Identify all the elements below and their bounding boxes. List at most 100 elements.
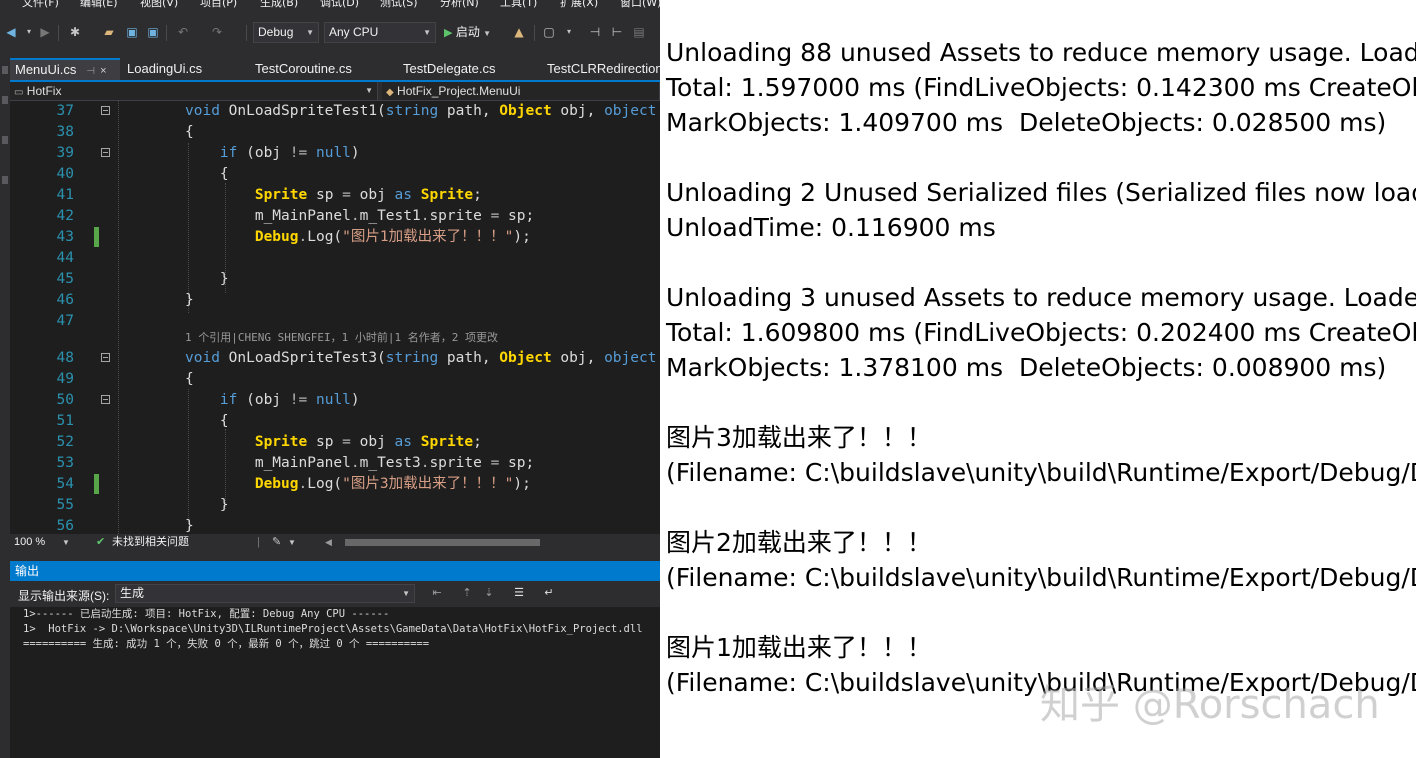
side-tab[interactable] (2, 136, 8, 144)
tab-testdelegate[interactable]: TestDelegate.cs (398, 58, 538, 80)
side-tab[interactable] (2, 96, 8, 104)
code-line[interactable]: 45 } (10, 269, 660, 289)
code-token: Sprite (254, 434, 308, 450)
code-line[interactable]: 48 void OnLoadSpriteTest3(string path, Ob… (10, 348, 660, 368)
next-message-icon[interactable]: ⇣ (482, 586, 496, 600)
zoom-level[interactable]: 100 % (14, 534, 45, 551)
code-token: (obj (237, 145, 290, 161)
class-select[interactable]: ◆ HotFix_Project.MenuUi (382, 82, 660, 100)
brush-icon[interactable]: ✎ (272, 534, 281, 551)
code-text: if (obj != null) (185, 390, 360, 410)
step-into-icon[interactable]: ⊣ (588, 25, 602, 39)
code-line[interactable]: 41 Sprite sp = obj as Sprite; (10, 185, 660, 205)
menu-project[interactable]: 项目(P) (200, 0, 237, 10)
code-line[interactable]: 42 m_MainPanel.m_Test1.sprite = sp; (10, 206, 660, 226)
code-line[interactable]: 49 { (10, 369, 660, 389)
divider: | (257, 536, 260, 548)
menu-file[interactable]: 文件(F) (22, 0, 59, 10)
tab-testcoroutine[interactable]: TestCoroutine.cs (250, 58, 390, 80)
code-line[interactable]: 44 (10, 248, 660, 268)
horizontal-scrollbar-thumb[interactable] (345, 539, 540, 546)
chevron-down-icon[interactable]: ▼ (288, 534, 296, 551)
code-line[interactable]: 38 { (10, 122, 660, 142)
issues-status[interactable]: 未找到相关问题 (112, 534, 189, 551)
forward-icon[interactable]: ▶ (38, 25, 52, 39)
console-line: (Filename: C:\buildslave\unity\build\Run… (666, 458, 1416, 487)
collapse-icon[interactable] (101, 395, 110, 404)
code-line[interactable]: 43 Debug.Log("图片1加载出来了！！！"); (10, 227, 660, 247)
open-file-icon[interactable]: ▰ (102, 25, 116, 39)
side-tab[interactable] (2, 176, 8, 184)
code-line[interactable]: 53 m_MainPanel.m_Test3.sprite = sp; (10, 453, 660, 473)
code-line[interactable]: 54 Debug.Log("图片3加载出来了！！！"); (10, 474, 660, 494)
menu-view[interactable]: 视图(V) (140, 0, 178, 10)
menu-debug[interactable]: 调试(D) (320, 0, 359, 10)
scroll-left-icon[interactable]: ◀ (325, 534, 332, 551)
collapse-icon[interactable] (101, 148, 110, 157)
code-line[interactable]: 46} (10, 290, 660, 310)
project-select[interactable]: ▭ HotFix ▼ (10, 82, 378, 100)
menu-edit[interactable]: 编辑(E) (80, 0, 118, 10)
code-token: path, (438, 350, 500, 366)
code-line[interactable]: 51 { (10, 411, 660, 431)
output-source-select[interactable]: 生成 ▼ (115, 584, 415, 603)
code-line[interactable]: 56} (10, 516, 660, 534)
bookmark-icon[interactable]: ▤ (632, 25, 646, 39)
code-token: { (185, 166, 229, 182)
pin-icon[interactable]: ⊣ (86, 66, 95, 77)
solution-config-select[interactable]: Debug ▼ (253, 22, 319, 43)
tab-menuui[interactable]: MenuUi.cs ⊣ × (10, 58, 120, 80)
browser-link-icon[interactable]: ▢ (542, 25, 556, 39)
code-line[interactable]: 40 { (10, 164, 660, 184)
redo-icon[interactable]: ↷ (210, 25, 224, 39)
menu-build[interactable]: 生成(B) (260, 0, 298, 10)
close-icon[interactable]: × (100, 65, 106, 77)
output-text[interactable]: 1>------ 已启动生成: 项目: HotFix, 配置: Debug An… (10, 607, 660, 758)
clear-all-icon[interactable]: ☰ (512, 586, 526, 600)
collapse-icon[interactable] (101, 353, 110, 362)
code-line[interactable]: 55 } (10, 495, 660, 515)
tab-loadingui[interactable]: LoadingUi.cs (122, 58, 242, 80)
chevron-down-icon[interactable]: ▼ (62, 534, 70, 551)
step-over-icon[interactable]: ⊢ (610, 25, 624, 39)
output-line: ========== 生成: 成功 1 个，失败 0 个，最新 0 个，跳过 0… (23, 638, 430, 650)
collapse-icon[interactable] (101, 106, 110, 115)
side-tab[interactable] (2, 66, 8, 74)
hot-reload-icon[interactable]: ▲ (512, 25, 526, 39)
code-token: if (219, 392, 238, 408)
menu-extensions[interactable]: 扩展(X) (560, 0, 598, 10)
word-wrap-icon[interactable]: ↵ (542, 586, 556, 600)
code-line[interactable]: 52 Sprite sp = obj as Sprite; (10, 432, 660, 452)
code-editor[interactable]: 37 void OnLoadSpriteTest1(string path, Ob… (10, 101, 660, 534)
undo-icon[interactable]: ↶ (176, 25, 190, 39)
previous-message-icon[interactable]: ⇡ (460, 586, 474, 600)
menu-analyze[interactable]: 分析(N) (440, 0, 479, 10)
codelens-info[interactable]: 1 个引用|CHENG SHENGFEI，1 小时前|1 名作者，2 项更改 (185, 331, 498, 345)
code-line[interactable]: 37 void OnLoadSpriteTest1(string path, Ob… (10, 101, 660, 121)
back-dropdown-icon[interactable]: ▾ (22, 25, 36, 39)
save-all-icon[interactable]: ▣ (146, 25, 160, 39)
code-line[interactable]: 47 (10, 311, 660, 331)
tab-testclrredirection[interactable]: TestCLRRedirection (542, 58, 660, 80)
code-line[interactable]: 39 if (obj != null) (10, 143, 660, 163)
dropdown-icon[interactable]: ▾ (562, 25, 576, 39)
start-button[interactable]: ▶ 启动 ▼ (444, 23, 491, 42)
platform-select[interactable]: Any CPU ▼ (324, 22, 436, 43)
class-icon: ◆ (386, 87, 394, 98)
editor-status-bar: 100 % ▼ ✔ 未找到相关问题 | ✎ ▼ ◀ (10, 534, 660, 551)
line-number: 47 (56, 313, 74, 329)
code-text: m_MainPanel.m_Test3.sprite = sp; (185, 453, 534, 473)
save-icon[interactable]: ▣ (125, 25, 139, 39)
code-token: void (185, 103, 220, 119)
menu-test[interactable]: 测试(S) (380, 0, 418, 10)
new-project-icon[interactable]: ✱ (68, 25, 82, 39)
find-message-icon[interactable]: ⇤ (430, 586, 444, 600)
code-line[interactable]: 50 if (obj != null) (10, 390, 660, 410)
menu-window[interactable]: 窗口(W) (620, 0, 660, 10)
menu-tools[interactable]: 工具(T) (500, 0, 537, 10)
back-icon[interactable]: ◀ (4, 25, 18, 39)
code-token: "图片1加载出来了！！！" (342, 229, 514, 245)
